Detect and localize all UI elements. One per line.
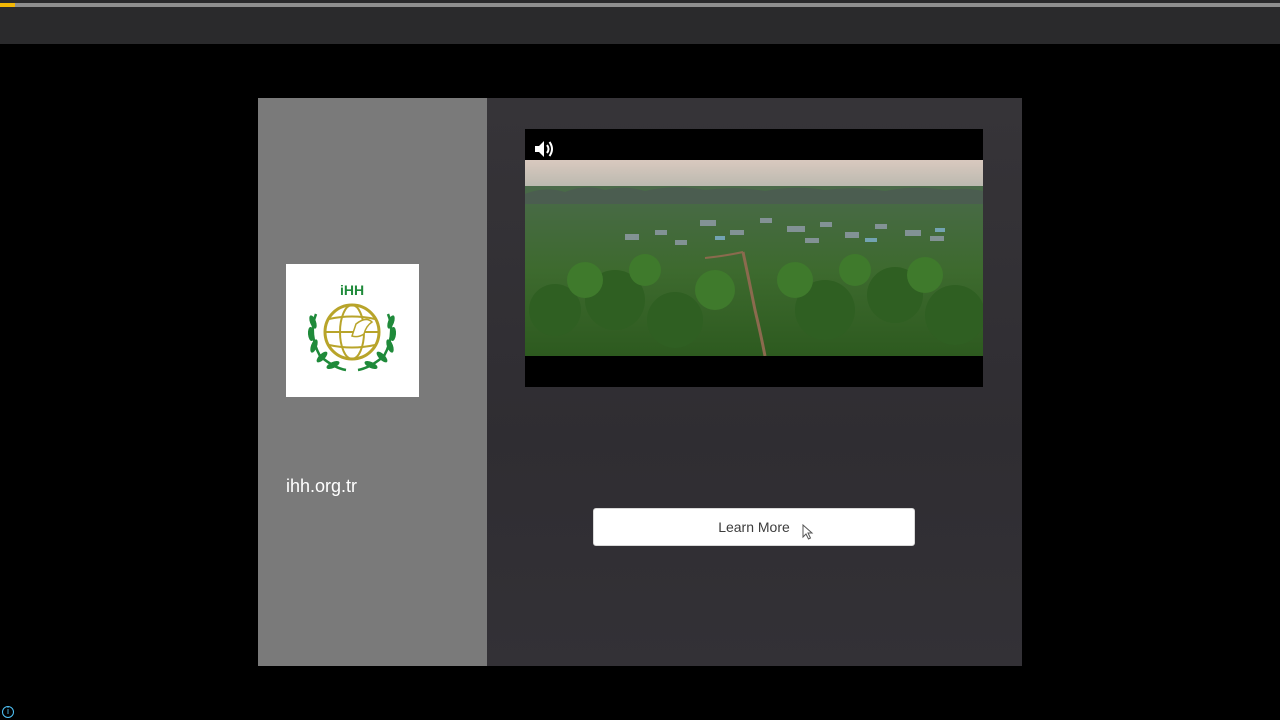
screen: iHH ihh.org.tr Learn More i xyxy=(0,0,1280,720)
info-icon[interactable]: i xyxy=(2,706,14,718)
logo-text: iHH xyxy=(340,282,364,298)
advertiser-logo[interactable]: iHH xyxy=(286,264,419,397)
video-player[interactable] xyxy=(525,129,983,387)
ad-progress-fill xyxy=(0,3,16,7)
top-bar xyxy=(0,0,1280,44)
volume-icon[interactable] xyxy=(533,139,555,159)
video-panel: Learn More xyxy=(487,98,1022,666)
video-frame-image xyxy=(525,160,983,356)
ad-progress-bar xyxy=(0,3,1280,7)
learn-more-button[interactable]: Learn More xyxy=(593,508,915,546)
advertiser-domain[interactable]: ihh.org.tr xyxy=(286,476,357,497)
ihh-logo-icon: iHH xyxy=(307,282,397,372)
ad-card[interactable]: iHH ihh.org.tr Learn More xyxy=(258,98,1022,666)
advertiser-panel: iHH ihh.org.tr xyxy=(258,98,487,666)
